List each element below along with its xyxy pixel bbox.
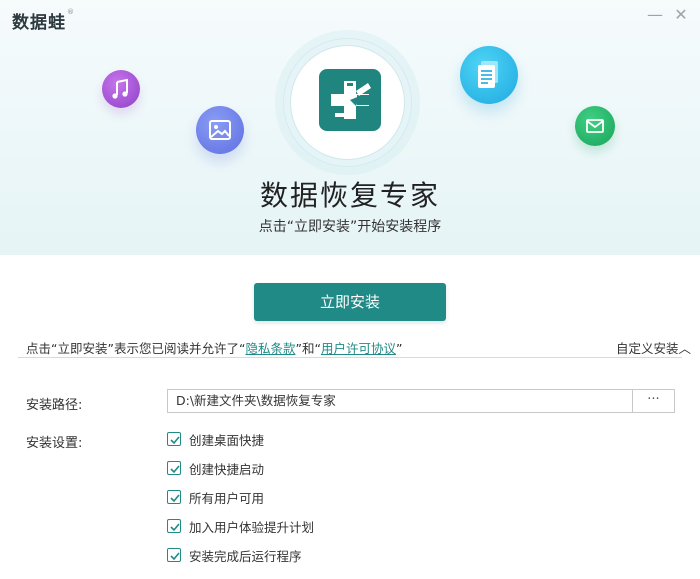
checkbox-checked-icon[interactable] bbox=[167, 461, 181, 475]
image-icon bbox=[196, 106, 244, 154]
hero-banner: 数据蛙® — ✕ 数据恢复专家 点击“立即安装”开始安装程序 bbox=[0, 0, 700, 255]
option-label: 创建桌面快捷 bbox=[189, 432, 265, 448]
option-label: 创建快捷启动 bbox=[189, 461, 265, 477]
browse-button[interactable]: ··· bbox=[632, 389, 675, 413]
option-quick-launch[interactable]: 创建快捷启动 bbox=[167, 460, 265, 477]
agreement-prefix: 点击“立即安装”表示您已阅读并允许了 bbox=[26, 341, 239, 356]
license-agreement-link[interactable]: 用户许可协议 bbox=[321, 341, 396, 356]
minimize-button[interactable]: — bbox=[644, 4, 666, 26]
custom-install-toggle[interactable]: 自定义安装︿ bbox=[616, 338, 691, 357]
product-title: 数据恢复专家 bbox=[259, 179, 440, 212]
option-label: 所有用户可用 bbox=[189, 490, 265, 506]
option-label: 加入用户体验提升计划 bbox=[189, 519, 315, 535]
privacy-terms-link[interactable]: 隐私条款 bbox=[245, 341, 295, 356]
section-divider bbox=[18, 357, 682, 358]
product-subtitle: 点击“立即安装”开始安装程序 bbox=[258, 219, 442, 235]
option-run-after-install[interactable]: 安装完成后运行程序 bbox=[167, 547, 302, 564]
option-all-users[interactable]: 所有用户可用 bbox=[167, 489, 265, 506]
install-path-field[interactable]: D:\新建文件夹\数据恢复专家 bbox=[167, 389, 633, 413]
agreement-text: 点击“立即安装”表示您已阅读并允许了“隐私条款”和“用户许可协议” bbox=[26, 341, 403, 356]
option-desktop-shortcut[interactable]: 创建桌面快捷 bbox=[167, 431, 265, 448]
checkbox-checked-icon[interactable] bbox=[167, 490, 181, 504]
app-main-icon bbox=[319, 69, 381, 131]
close-button[interactable]: ✕ bbox=[670, 4, 692, 26]
checkbox-checked-icon[interactable] bbox=[167, 432, 181, 446]
document-icon bbox=[460, 46, 518, 104]
install-settings-label: 安装设置: bbox=[26, 436, 83, 451]
custom-install-label: 自定义安装 bbox=[616, 341, 679, 356]
option-label: 安装完成后运行程序 bbox=[189, 548, 302, 564]
chevron-up-icon: ︿ bbox=[678, 341, 692, 356]
install-path-label: 安装路径: bbox=[26, 398, 83, 413]
option-experience-program[interactable]: 加入用户体验提升计划 bbox=[167, 518, 315, 535]
music-icon bbox=[102, 70, 140, 108]
checkbox-checked-icon[interactable] bbox=[167, 548, 181, 562]
app-logo: 数据蛙® bbox=[12, 8, 75, 33]
checkbox-checked-icon[interactable] bbox=[167, 519, 181, 533]
install-now-button[interactable]: 立即安装 bbox=[254, 283, 446, 321]
mail-icon bbox=[575, 106, 615, 146]
